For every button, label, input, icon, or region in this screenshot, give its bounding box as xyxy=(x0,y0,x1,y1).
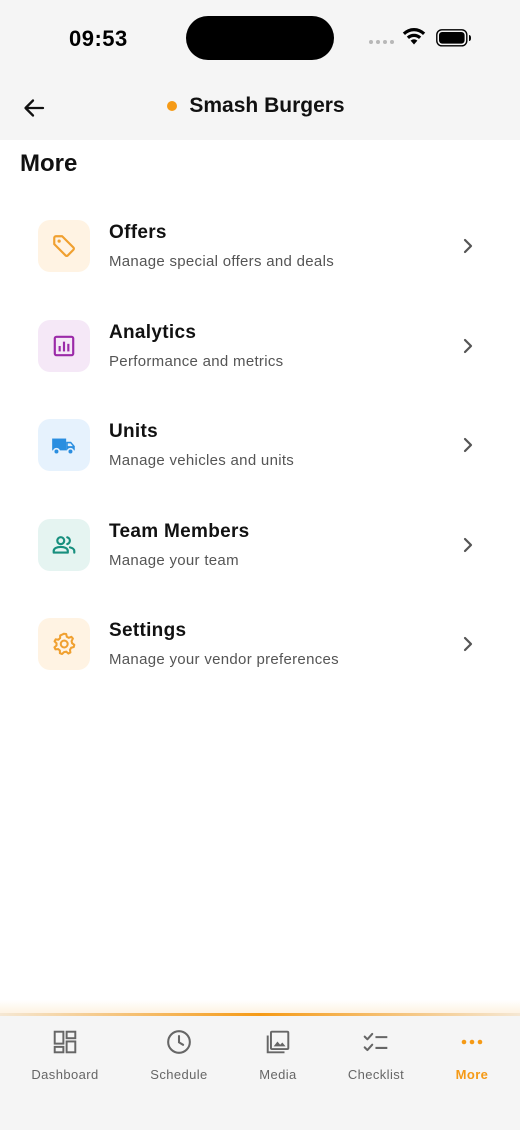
chevron-right-icon xyxy=(463,537,473,552)
brand-status-dot xyxy=(167,101,178,111)
chevron-right-icon xyxy=(463,338,473,353)
menu-item-subtitle: Manage special offers and deals xyxy=(109,253,334,270)
menu-item-text: Units Manage vehicles and units xyxy=(109,421,294,469)
tab-checklist[interactable]: Checklist xyxy=(326,1027,426,1097)
chevron-right-icon xyxy=(463,636,473,652)
more-icon xyxy=(459,1027,485,1057)
tab-schedule[interactable]: Schedule xyxy=(129,1027,229,1097)
tab-more[interactable]: More xyxy=(422,1027,520,1097)
signal-icon xyxy=(369,40,394,44)
more-menu-list: Offers Manage special offers and deals A… xyxy=(0,198,520,696)
menu-item-text: Offers Manage special offers and deals xyxy=(109,222,334,270)
menu-item-subtitle: Manage your vendor preferences xyxy=(109,651,339,668)
menu-item-settings[interactable]: Settings Manage your vendor preferences xyxy=(0,596,520,696)
people-icon xyxy=(38,518,90,571)
menu-item-text: Team Members Manage your team xyxy=(109,521,250,569)
truck-icon xyxy=(38,419,90,471)
tab-label: Schedule xyxy=(150,1067,208,1082)
tab-label: More xyxy=(455,1067,489,1082)
status-bar: 09:53 xyxy=(0,0,520,80)
nav-header: Smash Burgers xyxy=(0,80,520,140)
wifi-icon xyxy=(402,28,426,45)
tab-label: Media xyxy=(259,1067,297,1082)
tab-label: Checklist xyxy=(347,1067,405,1082)
menu-item-label: Team Members xyxy=(109,520,250,542)
top-area: 09:53 Smash Burgers xyxy=(0,0,520,140)
chevron-right-icon xyxy=(463,437,473,453)
chevron-right-icon xyxy=(463,238,473,254)
battery-icon xyxy=(436,29,471,47)
tabbar-glow xyxy=(0,1000,520,1013)
menu-item-units[interactable]: Units Manage vehicles and units xyxy=(0,397,520,497)
clock-icon xyxy=(166,1027,192,1057)
checklist-icon xyxy=(362,1027,390,1057)
section-title: More xyxy=(20,150,78,177)
menu-item-subtitle: Performance and metrics xyxy=(109,352,284,370)
menu-item-label: Offers xyxy=(109,222,167,243)
status-time: 09:53 xyxy=(69,26,128,51)
dashboard-icon xyxy=(52,1027,78,1057)
tag-icon xyxy=(38,220,90,272)
menu-item-label: Units xyxy=(109,421,158,442)
menu-item-subtitle: Manage your team xyxy=(109,551,239,569)
gear-icon xyxy=(38,618,90,670)
image-icon xyxy=(265,1027,291,1057)
menu-item-text: Analytics Performance and metrics xyxy=(109,322,283,370)
tab-label: Dashboard xyxy=(31,1067,99,1082)
menu-item-offers[interactable]: Offers Manage special offers and deals xyxy=(0,198,520,298)
tab-media[interactable]: Media xyxy=(228,1027,328,1097)
menu-item-label: Settings xyxy=(109,620,187,641)
tab-dashboard[interactable]: Dashboard xyxy=(15,1027,115,1097)
menu-item-label: Analytics xyxy=(109,321,197,343)
page-title: Smash Burgers xyxy=(189,94,345,117)
menu-item-subtitle: Manage vehicles and units xyxy=(109,452,295,469)
menu-item-analytics[interactable]: Analytics Performance and metrics xyxy=(0,298,520,398)
analytics-icon xyxy=(38,319,90,372)
tabbar-accent-line xyxy=(0,1013,520,1016)
bottom-tab-bar: Dashboard Schedule Media Checklist More xyxy=(0,1013,520,1130)
dynamic-island xyxy=(186,16,334,60)
menu-item-text: Settings Manage your vendor preferences xyxy=(109,620,339,668)
header-title-group: Smash Burgers xyxy=(0,94,520,118)
menu-item-team-members[interactable]: Team Members Manage your team xyxy=(0,497,520,597)
